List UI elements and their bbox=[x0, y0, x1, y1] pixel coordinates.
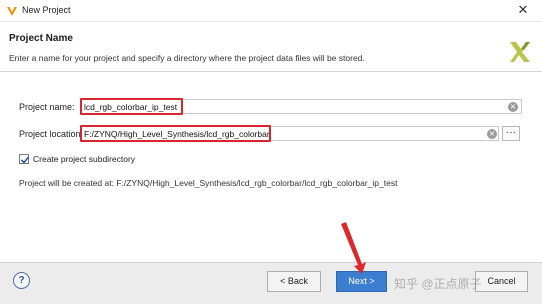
clear-location-icon[interactable]: × bbox=[487, 129, 497, 139]
window-title: New Project bbox=[22, 5, 71, 15]
project-location-label: Project location: bbox=[19, 129, 84, 139]
browse-button[interactable]: ··· bbox=[502, 126, 520, 141]
wizard-banner: Project Name Enter a name for your proje… bbox=[0, 22, 542, 72]
next-button[interactable]: Next > bbox=[336, 271, 387, 292]
checkmark-icon bbox=[20, 156, 30, 164]
title-bar: New Project ✕ bbox=[0, 0, 542, 22]
close-icon[interactable]: ✕ bbox=[508, 0, 538, 22]
page-description: Enter a name for your project and specif… bbox=[9, 53, 365, 63]
xilinx-logo-icon bbox=[510, 42, 530, 62]
page-title: Project Name bbox=[9, 33, 73, 44]
project-name-highlight bbox=[80, 98, 183, 115]
watermark-text: 知乎 @正点原子 bbox=[394, 277, 482, 291]
create-subdirectory-checkbox[interactable] bbox=[19, 154, 30, 164]
clear-name-icon[interactable]: × bbox=[508, 102, 518, 112]
project-location-highlight bbox=[80, 125, 271, 142]
help-button[interactable]: ? bbox=[13, 272, 30, 289]
cancel-button[interactable]: Cancel bbox=[475, 271, 528, 292]
back-button[interactable]: < Back bbox=[267, 271, 321, 292]
project-name-label: Project name: bbox=[19, 102, 75, 112]
project-path-info: Project will be created at: F:/ZYNQ/High… bbox=[19, 178, 398, 188]
create-subdirectory-label: Create project subdirectory bbox=[33, 154, 136, 164]
vivado-app-icon bbox=[7, 7, 17, 16]
